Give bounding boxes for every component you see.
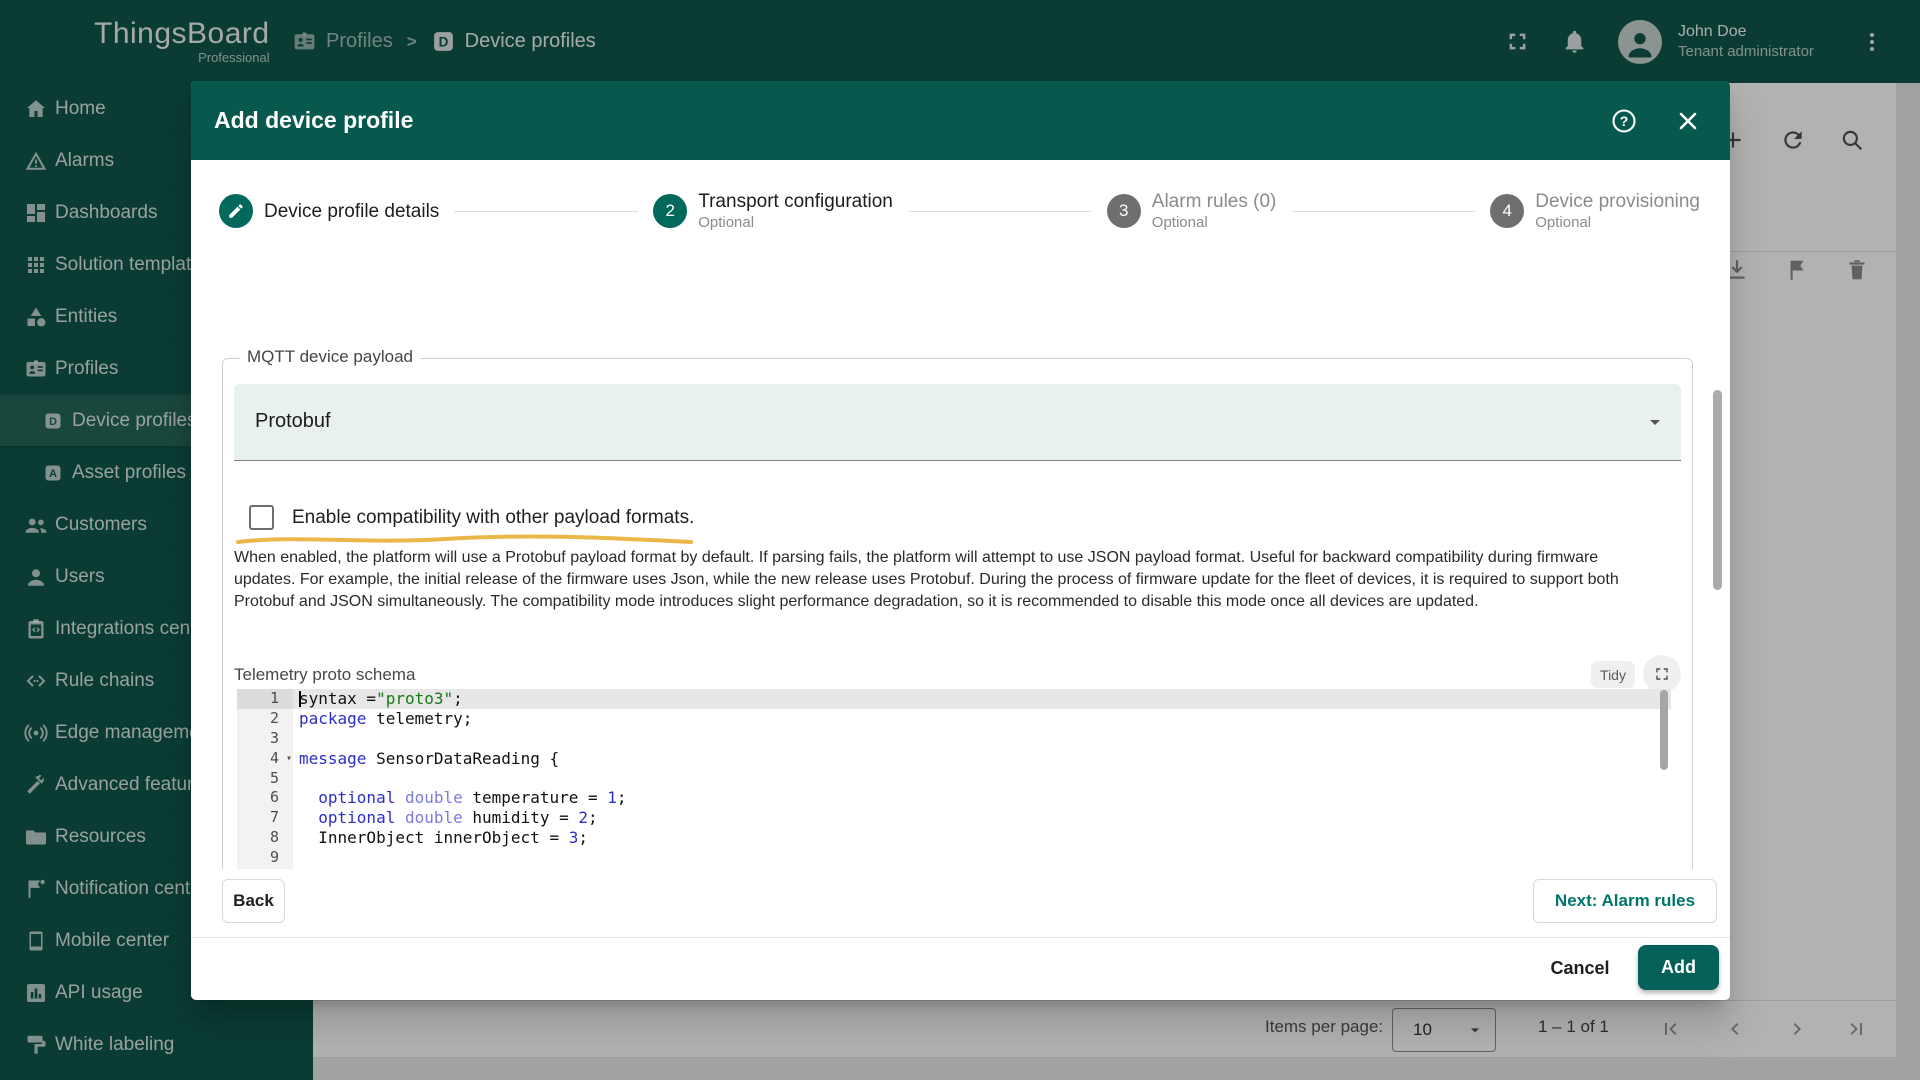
- fold-arrow-icon[interactable]: ▾: [286, 749, 292, 769]
- dialog-title: Add device profile: [214, 107, 1610, 134]
- expand-icon: [1652, 664, 1672, 684]
- code-line-10: 10▾ message InnerObject {: [237, 868, 1671, 869]
- code-line-content: optional double temperature = 1;: [293, 788, 1671, 808]
- line-number: 8: [237, 828, 293, 848]
- step-1[interactable]: Device profile details: [219, 194, 439, 228]
- compatibility-checkbox-row[interactable]: Enable compatibility with other payload …: [249, 505, 694, 530]
- dialog-header: Add device profile ?: [191, 81, 1730, 160]
- code-line-content: message InnerObject {: [293, 868, 1671, 869]
- fold-arrow-icon[interactable]: ▾: [286, 868, 292, 869]
- code-line-5: 5: [237, 769, 1671, 789]
- step-optional-label: Optional: [1152, 213, 1277, 232]
- mqtt-payload-legend: MQTT device payload: [240, 347, 420, 367]
- line-number: 7: [237, 808, 293, 828]
- code-line-3: 3: [237, 729, 1671, 749]
- telemetry-fullscreen-button[interactable]: [1643, 655, 1681, 693]
- editor-scrollbar[interactable]: [1660, 690, 1668, 770]
- code-line-9: 9: [237, 848, 1671, 868]
- close-icon[interactable]: [1674, 107, 1702, 135]
- line-number: 9: [237, 848, 293, 868]
- step-number: 2: [653, 194, 687, 228]
- line-number: 3: [237, 729, 293, 749]
- code-line-content: [293, 848, 1671, 868]
- footer-divider: [191, 937, 1730, 938]
- stepper-connector: [454, 211, 638, 212]
- code-line-content: InnerObject innerObject = 3;: [293, 828, 1671, 848]
- step-label: Transport configuration: [698, 190, 893, 213]
- mqtt-payload-fieldset: MQTT device payload Protobuf Enable comp…: [222, 358, 1693, 869]
- stepper-connector: [908, 211, 1092, 212]
- stepper: Device profile details 2 Transport configu…: [219, 176, 1700, 246]
- step-edit-pencil-icon: [219, 194, 253, 228]
- add-button[interactable]: Add: [1638, 945, 1719, 990]
- step-number: 3: [1107, 194, 1141, 228]
- code-line-content: optional double humidity = 2;: [293, 808, 1671, 828]
- add-device-profile-dialog: Add device profile ? Device profile deta…: [191, 81, 1730, 1000]
- cancel-button[interactable]: Cancel: [1539, 947, 1621, 989]
- back-button[interactable]: Back: [222, 879, 285, 923]
- stepper-connector: [1291, 211, 1475, 212]
- step-optional-label: Optional: [698, 213, 893, 232]
- line-number: 5: [237, 769, 293, 789]
- step-label: Alarm rules (0): [1152, 190, 1277, 213]
- next-alarm-rules-button[interactable]: Next: Alarm rules: [1533, 879, 1717, 923]
- telemetry-schema-label: Telemetry proto schema: [234, 665, 415, 685]
- line-number: 10▾: [237, 868, 293, 869]
- line-number: 4▾: [237, 749, 293, 769]
- code-line-7: 7 optional double humidity = 2;: [237, 808, 1671, 828]
- payload-type-select[interactable]: Protobuf: [234, 384, 1681, 461]
- code-line-4: 4▾message SensorDataReading {: [237, 749, 1671, 769]
- line-number: 2: [237, 709, 293, 729]
- code-line-8: 8 InnerObject innerObject = 3;: [237, 828, 1671, 848]
- dialog-body: Device profile details 2 Transport configu…: [191, 160, 1730, 869]
- code-line-2: 2package telemetry;: [237, 709, 1671, 729]
- step-optional-label: Optional: [1535, 213, 1700, 232]
- code-line-content: [293, 769, 1671, 789]
- dialog-scrollbar[interactable]: [1713, 390, 1722, 590]
- compatibility-checkbox-label: Enable compatibility with other payload …: [292, 507, 694, 529]
- code-line-1: 1syntax ="proto3";: [237, 689, 1671, 709]
- step-number: 4: [1490, 194, 1524, 228]
- step-4[interactable]: 4 Device provisioningOptional: [1490, 190, 1700, 232]
- code-line-content: syntax ="proto3";: [293, 689, 1671, 709]
- step-3[interactable]: 3 Alarm rules (0)Optional: [1107, 190, 1277, 232]
- code-line-6: 6 optional double temperature = 1;: [237, 788, 1671, 808]
- caret-down-icon: [1643, 410, 1667, 434]
- code-line-content: message SensorDataReading {: [293, 749, 1671, 769]
- compatibility-description: When enabled, the platform will use a Pr…: [234, 547, 1646, 613]
- line-number: 6: [237, 788, 293, 808]
- screen: ThingsBoard Professional Profiles > D De…: [0, 0, 1920, 1080]
- yellow-squiggle-annotation: [235, 534, 695, 546]
- code-line-content: package telemetry;: [293, 709, 1671, 729]
- telemetry-proto-schema-editor[interactable]: 1syntax ="proto3";2package telemetry;34▾…: [237, 689, 1671, 869]
- step-label: Device profile details: [264, 200, 439, 223]
- help-icon[interactable]: ?: [1610, 107, 1638, 135]
- telemetry-tidy-button[interactable]: Tidy: [1591, 661, 1635, 688]
- payload-type-value: Protobuf: [255, 410, 331, 433]
- code-line-content: [293, 729, 1671, 749]
- step-2[interactable]: 2 Transport configurationOptional: [653, 190, 893, 232]
- compatibility-checkbox[interactable]: [249, 505, 274, 530]
- line-number: 1: [237, 689, 293, 709]
- step-label: Device provisioning: [1535, 190, 1700, 213]
- svg-text:?: ?: [1620, 113, 1629, 129]
